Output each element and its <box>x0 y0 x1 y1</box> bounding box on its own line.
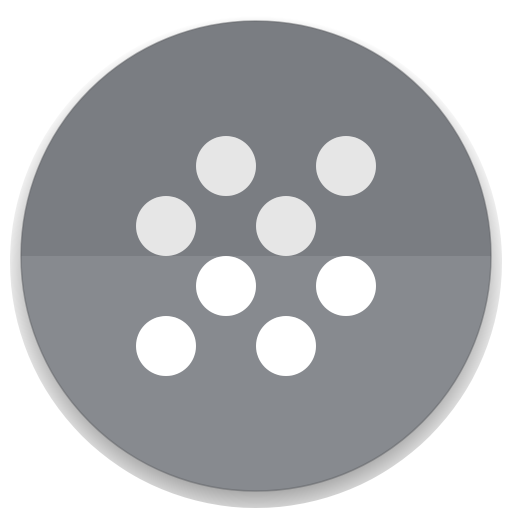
grid-dot <box>136 196 196 256</box>
grid-dot <box>256 196 316 256</box>
grid-dot <box>196 256 256 316</box>
grid-dot <box>256 316 316 376</box>
grid-dot <box>196 136 256 196</box>
dot-grid-launcher-icon <box>10 16 502 508</box>
app-icon[interactable] <box>0 0 512 512</box>
grid-dot <box>316 136 376 196</box>
grid-dot <box>136 316 196 376</box>
icon-background <box>21 21 491 491</box>
grid-dot <box>316 256 376 316</box>
